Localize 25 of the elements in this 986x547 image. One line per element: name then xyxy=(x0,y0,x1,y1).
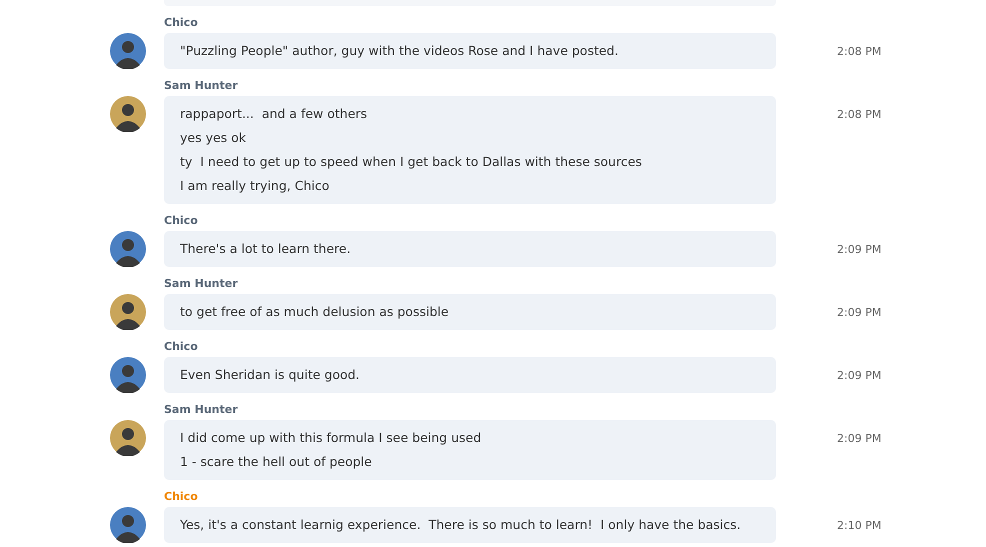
message-text: I am really trying, Chico xyxy=(180,177,330,195)
message-text: I did come up with this formula I see being used xyxy=(180,429,482,447)
sender-name: Sam Hunter xyxy=(164,277,239,290)
message-time: 2:08 PM xyxy=(837,45,882,58)
message-text: yes yes ok xyxy=(180,129,248,147)
message-time: 2:09 PM xyxy=(837,306,882,319)
message-time: 2:09 PM xyxy=(837,369,882,382)
message-time: 2:09 PM xyxy=(837,432,882,445)
message-text: Yes, it's a constant learnig experience. There is so much to learn! I only have the basics. xyxy=(180,516,742,534)
message-time: 2:10 PM xyxy=(837,519,882,532)
message-text: to get free of as much delusion as possible xyxy=(180,303,450,321)
sender-name: Chico xyxy=(164,490,199,503)
message-text: Even Sheridan is quite good. xyxy=(180,366,361,384)
message-text: There's a lot to learn there. xyxy=(180,240,352,258)
sender-name: Chico xyxy=(164,340,199,353)
message-text: 1 - scare the hell out of people xyxy=(180,453,373,471)
sender-name: Sam Hunter xyxy=(164,403,239,416)
message-text: "Puzzling People" author, guy with the videos Rose and I have posted. xyxy=(180,42,620,60)
message-text: rappaport... and a few others xyxy=(180,105,368,123)
message-text: ty I need to get up to speed when I get back to Dallas with these sources xyxy=(180,153,643,171)
message-time: 2:08 PM xyxy=(837,108,882,121)
message-time: 2:09 PM xyxy=(837,243,882,256)
sender-name: Sam Hunter xyxy=(164,79,239,92)
sender-name: Chico xyxy=(164,16,199,29)
sender-name: Chico xyxy=(164,214,199,227)
